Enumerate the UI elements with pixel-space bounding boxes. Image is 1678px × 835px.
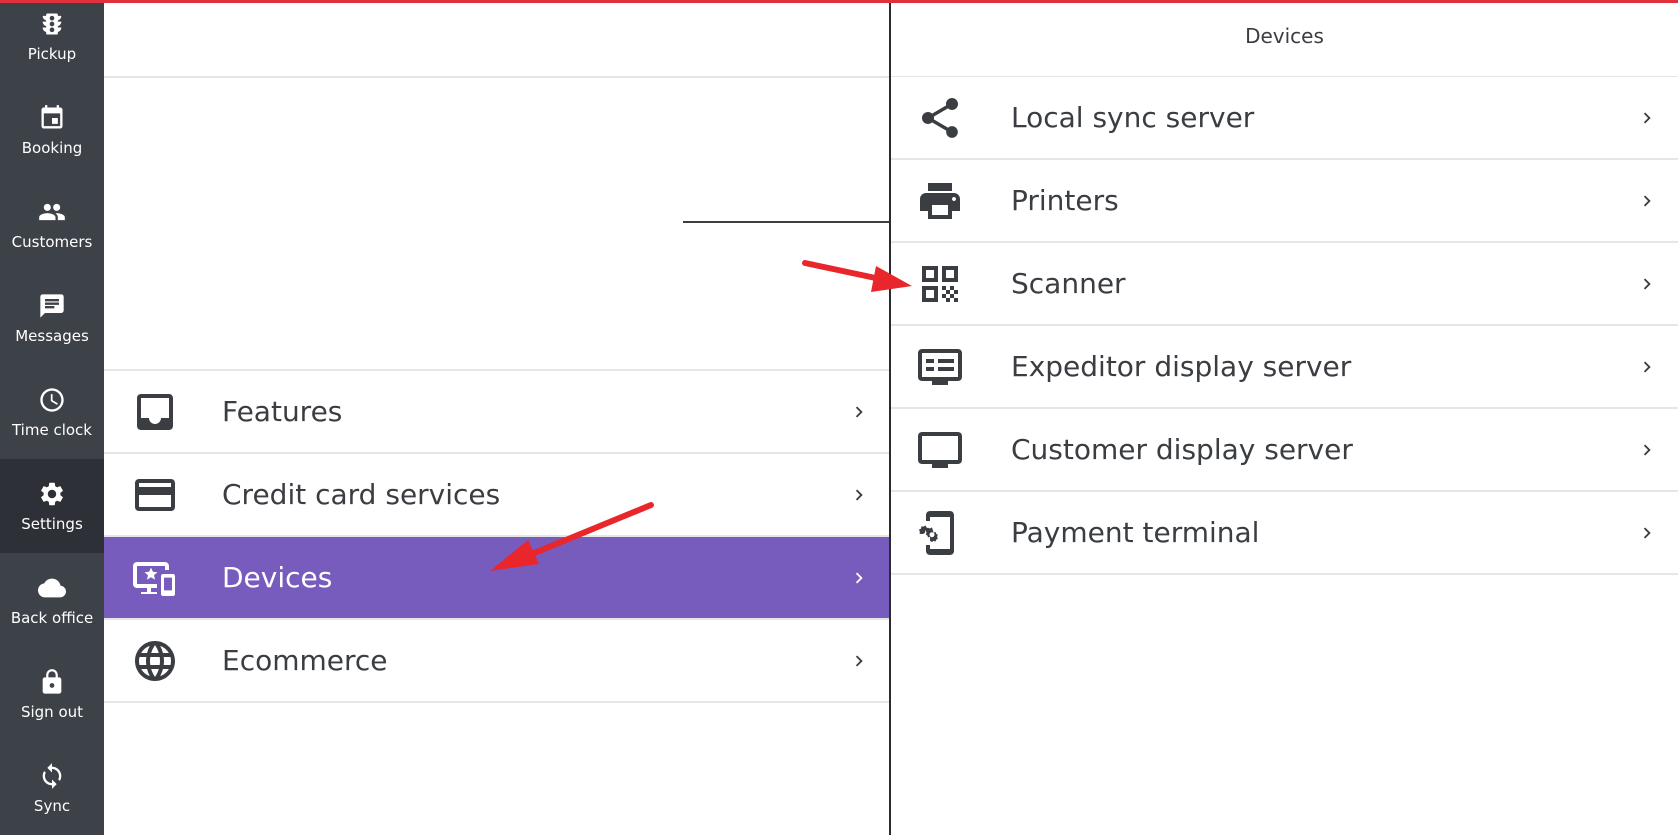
row-label: Expeditor display server <box>1011 350 1352 383</box>
chevron-right-icon <box>848 567 870 589</box>
settings-item-credit-card-services[interactable]: Credit card services <box>104 454 890 537</box>
row-label: Local sync server <box>1011 101 1255 134</box>
device-item-local-sync-server[interactable]: Local sync server <box>891 77 1678 160</box>
nav-label: Messages <box>15 327 89 345</box>
monitor-icon <box>915 425 965 475</box>
header-underline <box>683 221 890 223</box>
row-label: Scanner <box>1011 267 1126 300</box>
nav-item-settings[interactable]: Settings <box>0 459 104 553</box>
globe-icon <box>130 636 180 686</box>
nav-label: Settings <box>21 515 83 533</box>
settings-item-ecommerce[interactable]: Ecommerce <box>104 620 890 703</box>
chevron-right-icon <box>1636 190 1658 212</box>
nav-label: Time clock <box>11 421 92 439</box>
nav-item-messages[interactable]: Messages <box>0 271 104 365</box>
row-label: Payment terminal <box>1011 516 1260 549</box>
nav-label: Sign out <box>20 703 84 721</box>
nav-label: Back office <box>10 609 94 627</box>
nav-label: Pickup <box>27 45 77 63</box>
nav-item-sign-out[interactable]: Sign out <box>0 647 104 741</box>
chevron-right-icon <box>1636 439 1658 461</box>
row-label: Printers <box>1011 184 1119 217</box>
nav-label: Sync <box>33 797 71 815</box>
cloud-icon <box>37 573 67 603</box>
credit-card-icon <box>130 470 180 520</box>
nav-item-time-clock[interactable]: Time clock <box>0 365 104 459</box>
inbox-icon <box>130 387 180 437</box>
row-label: Ecommerce <box>222 644 388 677</box>
device-item-expeditor-display-server[interactable]: Expeditor display server <box>891 326 1678 409</box>
row-label: Credit card services <box>222 478 501 511</box>
qr-code-icon <box>915 259 965 309</box>
main-nav: Pickup Booking Customers Messages Time c… <box>0 0 104 835</box>
settings-item-devices[interactable]: Devices <box>104 537 890 620</box>
message-icon <box>37 291 67 321</box>
devices-list: Local sync server Printers Scanner Exped… <box>891 77 1678 575</box>
clock-icon <box>37 385 67 415</box>
row-label: Customer display server <box>1011 433 1353 466</box>
nav-label: Customers <box>11 233 93 251</box>
row-label: Features <box>222 395 343 428</box>
calendar-icon <box>37 103 67 133</box>
device-item-printers[interactable]: Printers <box>891 160 1678 243</box>
chevron-right-icon <box>848 484 870 506</box>
traffic-light-icon <box>37 9 67 39</box>
list-display-icon <box>915 342 965 392</box>
chevron-right-icon <box>1636 107 1658 129</box>
people-icon <box>37 197 67 227</box>
printer-icon <box>915 176 965 226</box>
gear-icon <box>37 479 67 509</box>
devices-icon <box>130 553 180 603</box>
chevron-right-icon <box>1636 356 1658 378</box>
share-icon <box>915 93 965 143</box>
device-item-payment-terminal[interactable]: Payment terminal <box>891 492 1678 575</box>
phone-settings-icon <box>915 508 965 558</box>
chevron-right-icon <box>1636 273 1658 295</box>
nav-label: Booking <box>21 139 83 157</box>
devices-panel: Devices Local sync server Printers Scann… <box>891 0 1678 835</box>
sync-icon <box>37 761 67 791</box>
nav-item-booking[interactable]: Booking <box>0 83 104 177</box>
nav-item-sync[interactable]: Sync <box>0 741 104 835</box>
nav-item-customers[interactable]: Customers <box>0 177 104 271</box>
top-accent-strip <box>0 0 1678 3</box>
lock-icon <box>37 667 67 697</box>
chevron-right-icon <box>848 401 870 423</box>
settings-panel-header <box>104 0 890 78</box>
row-label: Devices <box>222 561 333 594</box>
device-item-customer-display-server[interactable]: Customer display server <box>891 409 1678 492</box>
devices-panel-header: Devices <box>891 0 1678 78</box>
device-item-scanner[interactable]: Scanner <box>891 243 1678 326</box>
nav-item-back-office[interactable]: Back office <box>0 553 104 647</box>
devices-panel-title: Devices <box>1245 24 1324 48</box>
chevron-right-icon <box>848 650 870 672</box>
chevron-right-icon <box>1636 522 1658 544</box>
nav-item-pickup[interactable]: Pickup <box>0 0 104 83</box>
settings-list: Features Credit card services Devices Ec… <box>104 369 890 703</box>
settings-panel: Features Credit card services Devices Ec… <box>104 0 890 835</box>
settings-item-features[interactable]: Features <box>104 369 890 454</box>
